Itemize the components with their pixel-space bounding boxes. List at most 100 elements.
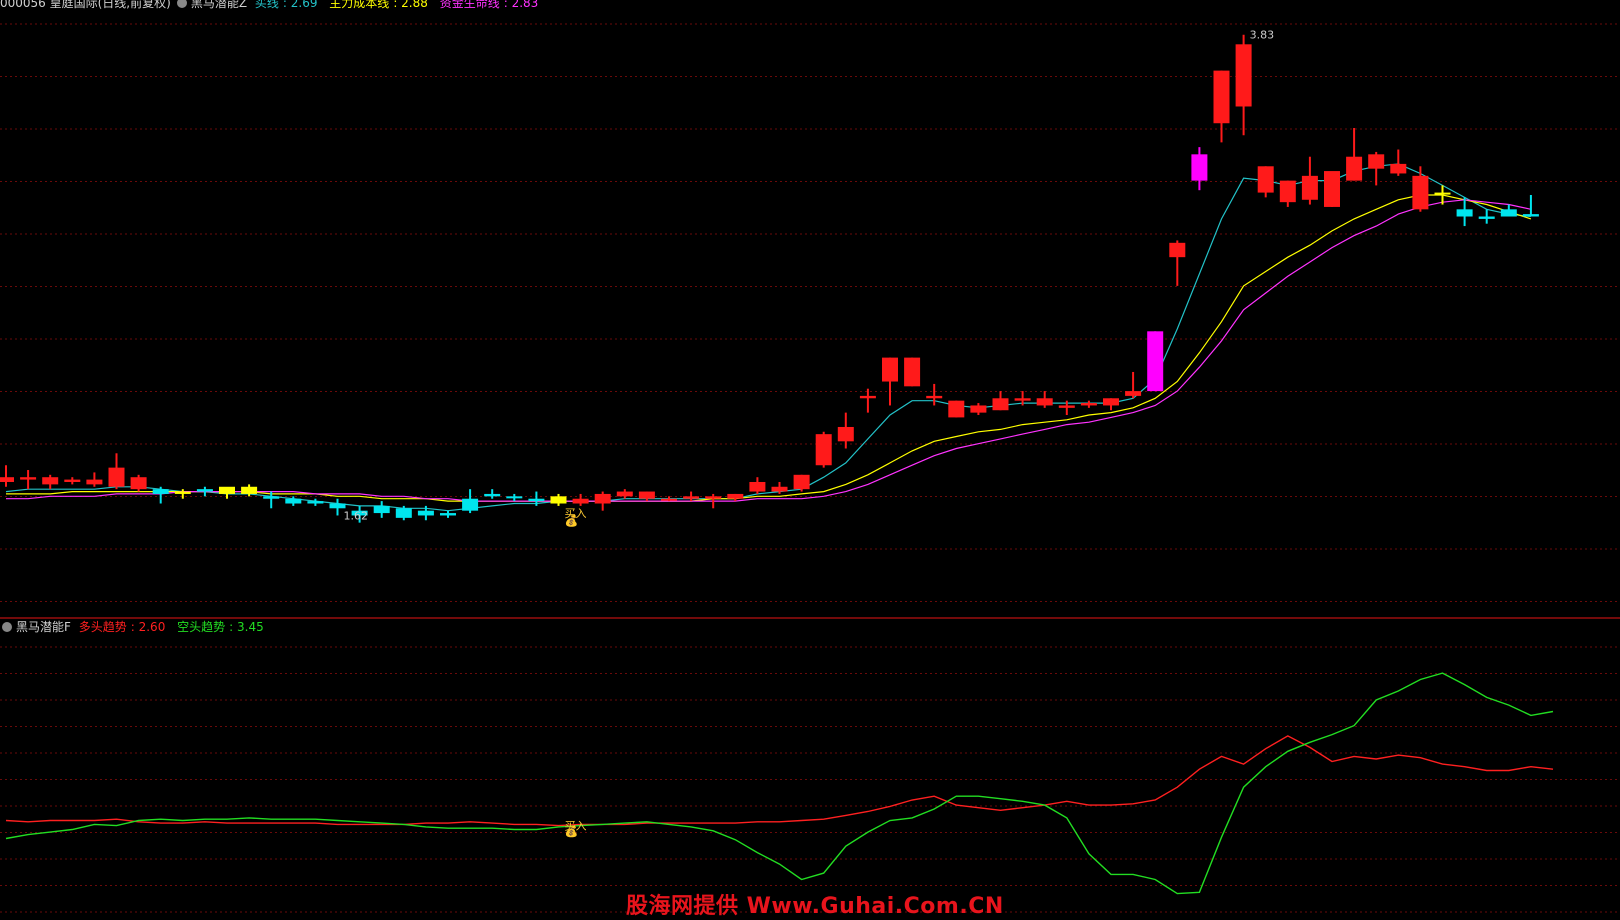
candle bbox=[837, 412, 854, 449]
candle-body bbox=[1412, 175, 1429, 210]
candle bbox=[793, 474, 810, 492]
main-indicator-lines bbox=[5, 163, 1532, 512]
candle bbox=[20, 470, 37, 490]
candle-body bbox=[683, 496, 700, 499]
candle bbox=[42, 474, 59, 490]
candle-body bbox=[1301, 175, 1318, 200]
candle bbox=[1257, 166, 1274, 198]
candle-body bbox=[417, 510, 434, 516]
candle bbox=[572, 493, 589, 506]
legend-bear-trend: 空头趋势: 3.45 bbox=[177, 620, 264, 634]
sub-indicator-lines bbox=[5, 672, 1554, 895]
gear-icon[interactable] bbox=[2, 622, 12, 632]
candle-body bbox=[1103, 398, 1119, 406]
candle-body bbox=[572, 498, 589, 504]
candle bbox=[1522, 194, 1539, 217]
legend-cost-line: 主力成本线: 2.88 bbox=[329, 0, 428, 10]
candle bbox=[1235, 34, 1252, 136]
legend-buy-line: 买线: 2.69 bbox=[254, 0, 318, 10]
candle bbox=[638, 491, 655, 502]
candle bbox=[1213, 70, 1230, 143]
indicator-name[interactable]: 黑马潜能Z bbox=[191, 0, 247, 10]
candle-body bbox=[1125, 391, 1142, 396]
candle bbox=[130, 474, 147, 492]
candle bbox=[506, 493, 523, 502]
candle bbox=[904, 357, 921, 387]
candle bbox=[152, 486, 169, 504]
candle-body bbox=[1213, 70, 1230, 124]
candle-body bbox=[1147, 331, 1164, 392]
candle bbox=[992, 391, 1009, 411]
main-header: 000056 皇庭国际(日线,前复权) 黑马潜能Z 买线: 2.69 主力成本线:… bbox=[0, 0, 546, 10]
candle-body bbox=[1169, 242, 1186, 258]
candle bbox=[1478, 209, 1495, 224]
candle-body bbox=[1014, 398, 1031, 401]
candle bbox=[1368, 151, 1385, 186]
candle-body bbox=[528, 498, 545, 502]
legend-bull-trend: 多头趋势: 2.60 bbox=[78, 620, 166, 634]
candle-body bbox=[395, 508, 412, 518]
candle-body bbox=[219, 486, 235, 494]
chart-annotation: 💰 bbox=[565, 514, 579, 527]
candle-body bbox=[1036, 398, 1053, 406]
candle bbox=[462, 489, 479, 514]
stock-title: 000056 皇庭国际(日线,前复权) bbox=[0, 0, 171, 10]
candle bbox=[815, 431, 832, 468]
candle bbox=[373, 501, 390, 518]
candle bbox=[970, 403, 987, 416]
candle-body bbox=[263, 496, 280, 499]
candle bbox=[440, 510, 456, 518]
candle-body bbox=[462, 498, 479, 511]
candle bbox=[86, 472, 103, 487]
candle-body bbox=[174, 491, 191, 494]
candle-body bbox=[992, 398, 1009, 411]
candle-body bbox=[926, 395, 943, 399]
candle-body bbox=[594, 493, 611, 504]
candle-body bbox=[285, 498, 302, 504]
candle-body bbox=[20, 477, 37, 480]
chart-canvas: 3.831.62 买入💰 买入💰 bbox=[0, 23, 1620, 913]
candle-body bbox=[948, 400, 965, 418]
candle-body bbox=[904, 357, 921, 387]
candle-body bbox=[506, 496, 523, 499]
candle-body bbox=[705, 496, 722, 499]
candle-body bbox=[1500, 209, 1517, 217]
candle-body bbox=[749, 481, 766, 492]
candle-body bbox=[1456, 209, 1473, 217]
series-line-多头趋势 bbox=[5, 735, 1554, 827]
candle bbox=[108, 453, 125, 490]
candle bbox=[1169, 240, 1186, 286]
series-line-资金生命线 bbox=[6, 199, 1532, 502]
candle-body bbox=[970, 405, 987, 413]
main-grid bbox=[0, 23, 1620, 602]
candle-body bbox=[837, 426, 854, 442]
sub-indicator-name[interactable]: 黑马潜能F bbox=[16, 620, 71, 634]
candle-body bbox=[1324, 171, 1340, 207]
candle bbox=[1412, 166, 1429, 212]
candle-body bbox=[1434, 192, 1451, 195]
gear-icon[interactable] bbox=[176, 0, 187, 8]
candle-body bbox=[1368, 154, 1385, 169]
main-annotations: 3.831.62 买入💰 bbox=[344, 29, 1275, 528]
candle-body bbox=[42, 477, 59, 485]
candle bbox=[1147, 331, 1164, 392]
candle-body bbox=[484, 493, 501, 497]
candle-body bbox=[86, 479, 103, 485]
series-line-主力成本线 bbox=[6, 194, 1532, 502]
candle-body bbox=[661, 498, 677, 501]
candle-body bbox=[1257, 166, 1274, 193]
candle-body bbox=[64, 479, 81, 482]
candle-body bbox=[440, 513, 456, 516]
series-line-空头趋势 bbox=[5, 672, 1554, 895]
candle-body bbox=[1279, 180, 1296, 203]
candle-body bbox=[307, 501, 324, 504]
candle-body bbox=[616, 491, 633, 497]
candle-body bbox=[550, 496, 567, 504]
sub-header: 黑马潜能F 多头趋势: 2.60 空头趋势: 3.45 bbox=[0, 620, 272, 634]
candle-body bbox=[1478, 216, 1495, 219]
candle-body bbox=[196, 489, 213, 492]
chart-annotation: 💰 bbox=[565, 825, 579, 838]
candle bbox=[1301, 156, 1318, 205]
candle bbox=[64, 477, 81, 485]
candle bbox=[749, 477, 766, 494]
